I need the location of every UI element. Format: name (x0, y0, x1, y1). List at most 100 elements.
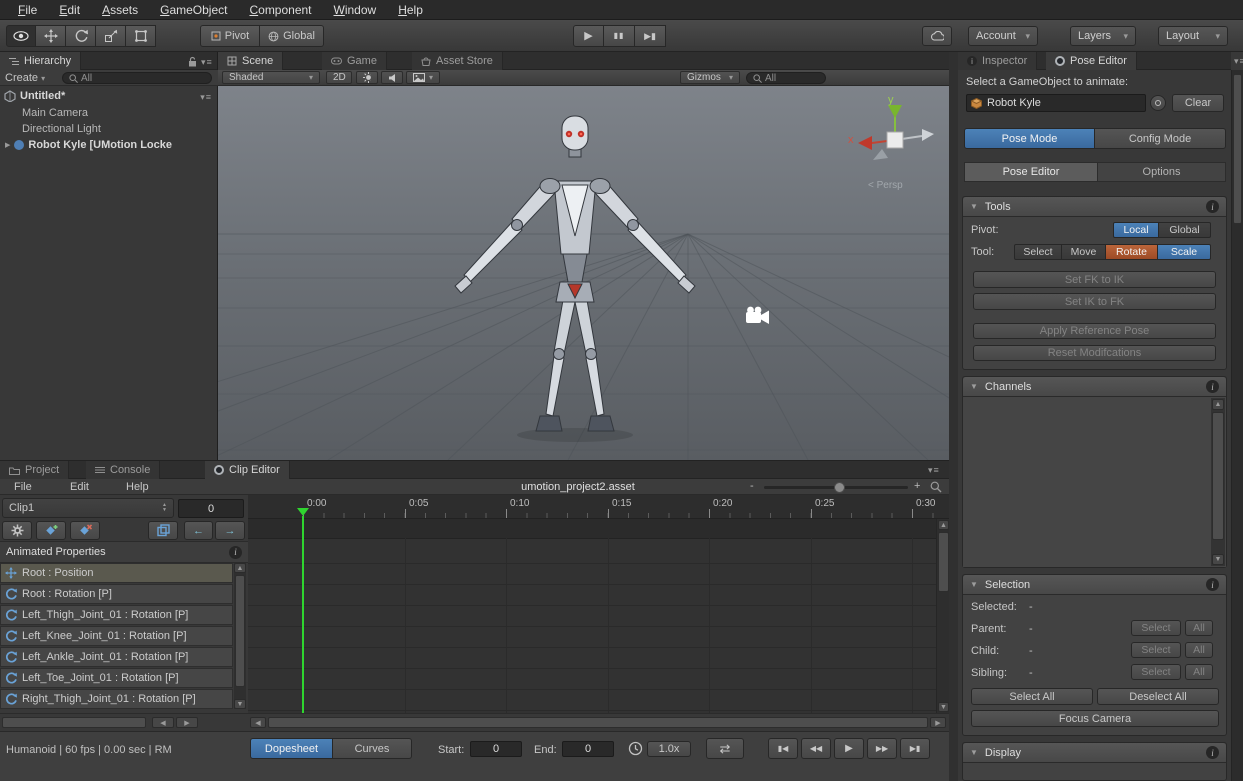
property-row[interactable]: Left_Toe_Joint_01 : Rotation [P] (0, 668, 233, 688)
vertical-splitter[interactable] (949, 52, 958, 781)
scene-root-item[interactable]: Untitled* ▾≡ (0, 88, 218, 104)
scroll-right-icon[interactable]: ▶ (930, 717, 946, 728)
scrollbar-thumb[interactable] (1233, 74, 1242, 224)
rotate-tool-button[interactable] (66, 25, 96, 47)
clip-help-menu[interactable]: Help (114, 479, 161, 495)
tab-console[interactable]: Console (86, 461, 160, 479)
effects-dropdown[interactable]: ▾ (406, 71, 440, 84)
info-icon[interactable]: i (1206, 746, 1219, 759)
tool-rotate-button[interactable]: Rotate (1106, 244, 1158, 260)
selection-header[interactable]: ▼ Selection i (963, 575, 1226, 595)
2d-toggle[interactable]: 2D (326, 71, 352, 84)
property-row[interactable]: Left_Knee_Joint_01 : Rotation [P] (0, 626, 233, 646)
layout-dropdown[interactable]: Layout ▾ (1158, 26, 1228, 46)
scrollbar-thumb[interactable] (235, 575, 245, 687)
timeline-ruler[interactable]: 0:00 0:05 0:10 0:15 0:20 0:25 0:30 (248, 495, 949, 519)
clear-button[interactable]: Clear (1172, 94, 1224, 112)
gizmos-dropdown[interactable]: Gizmos ▾ (680, 71, 740, 84)
zoom-slider-handle[interactable] (834, 482, 845, 493)
tab-inspector[interactable]: i Inspector (958, 52, 1037, 70)
audio-toggle[interactable] (381, 71, 403, 84)
scrollbar-thumb[interactable] (1212, 412, 1224, 540)
child-all-button[interactable]: All (1185, 642, 1213, 658)
scroll-up-icon[interactable]: ▲ (234, 563, 246, 573)
perspective-label[interactable]: < Persp (868, 180, 903, 191)
channels-header[interactable]: ▼ Channels i (963, 377, 1226, 397)
tool-scale-button[interactable]: Scale (1158, 244, 1211, 260)
object-picker-button[interactable] (1150, 95, 1166, 111)
scale-tool-button[interactable] (96, 25, 126, 47)
tab-clip-editor[interactable]: Clip Editor (205, 461, 290, 479)
tab-pose-editor[interactable]: Pose Editor (1046, 52, 1137, 70)
focus-camera-button[interactable]: Focus Camera (971, 710, 1219, 727)
timeline-tracks[interactable]: ▲ ▼ (248, 519, 949, 713)
timeline-vscrollbar[interactable]: ▲ ▼ (936, 519, 949, 713)
info-icon[interactable]: i (1206, 200, 1219, 213)
panel-menu-icon[interactable]: ▾≡ (928, 465, 940, 476)
zoom-out-icon[interactable]: - (750, 480, 754, 492)
tab-scene[interactable]: Scene (218, 52, 283, 70)
search-icon[interactable] (930, 481, 942, 493)
scroll-right-icon[interactable]: ▶ (176, 717, 198, 728)
search-input[interactable]: All (62, 72, 212, 84)
scene-menu-icon[interactable]: ▾≡ (200, 92, 212, 103)
info-icon[interactable]: i (229, 546, 242, 559)
menu-help[interactable]: Help (388, 1, 433, 19)
animated-object-field[interactable]: Robot Kyle (966, 94, 1146, 112)
zoom-in-icon[interactable]: + (914, 480, 920, 492)
layers-dropdown[interactable]: Layers ▾ (1070, 26, 1136, 46)
dopesheet-tab[interactable]: Dopesheet (250, 738, 333, 759)
pivot-global-button[interactable]: Global (1159, 222, 1211, 238)
tab-project[interactable]: Project (0, 461, 69, 479)
tab-pose-editor-sub[interactable]: Pose Editor (964, 162, 1098, 182)
tab-asset-store[interactable]: Asset Store (412, 52, 503, 70)
info-icon[interactable]: i (1206, 578, 1219, 591)
zoom-slider[interactable] (764, 486, 908, 489)
next-key-button[interactable]: → (215, 521, 245, 540)
lock-icon[interactable] (188, 56, 197, 67)
property-row[interactable]: Left_Ankle_Joint_01 : Rotation [P] (0, 647, 233, 667)
scroll-up-icon[interactable]: ▲ (938, 520, 949, 530)
tool-move-button[interactable]: Move (1062, 244, 1106, 260)
scroll-left-icon[interactable]: ◀ (152, 717, 174, 728)
shading-mode-dropdown[interactable]: Shaded ▾ (222, 71, 320, 84)
clock-icon[interactable] (628, 741, 643, 756)
scene-search-input[interactable]: All (746, 72, 826, 84)
config-mode-button[interactable]: Config Mode (1095, 128, 1226, 149)
tab-game[interactable]: Game (322, 52, 387, 70)
set-fk-to-ik-button[interactable]: Set FK to IK (973, 271, 1216, 288)
clip-file-menu[interactable]: File (2, 479, 44, 495)
prev-key-button[interactable]: ← (184, 521, 213, 540)
go-to-end-button[interactable]: ▶▮ (900, 738, 930, 759)
scrollbar-thumb[interactable] (268, 717, 928, 728)
menu-assets[interactable]: Assets (92, 1, 148, 19)
tab-options-sub[interactable]: Options (1098, 162, 1226, 182)
menu-file[interactable]: File (8, 1, 47, 19)
end-field[interactable] (562, 741, 614, 757)
channels-list[interactable]: ▲ ▼ (963, 397, 1226, 567)
add-key-button[interactable] (36, 521, 66, 540)
scroll-left-icon[interactable]: ◀ (250, 717, 266, 728)
property-row-root-position[interactable]: Root : Position (0, 563, 233, 583)
property-row[interactable]: Root : Rotation [P] (0, 584, 233, 604)
pause-button[interactable]: ▮▮ (604, 25, 635, 47)
rect-tool-button[interactable] (126, 25, 156, 47)
menu-edit[interactable]: Edit (49, 1, 90, 19)
scene-viewport[interactable]: y x < Persp (218, 86, 949, 460)
next-frame-button[interactable]: ▶▶ (867, 738, 897, 759)
scrollbar-thumb[interactable] (938, 532, 949, 592)
menu-window[interactable]: Window (324, 1, 387, 19)
clip-play-button[interactable]: ▶ (834, 738, 864, 759)
curves-tab[interactable]: Curves (333, 738, 412, 759)
menu-gameobject[interactable]: GameObject (150, 1, 237, 19)
playhead-line[interactable] (302, 516, 304, 713)
view-tool-button[interactable] (6, 25, 36, 47)
panel-menu-icon[interactable]: ▾≡ (201, 57, 213, 68)
tool-select-button[interactable]: Select (1014, 244, 1062, 260)
clip-edit-menu[interactable]: Edit (58, 479, 101, 495)
sibling-select-button[interactable]: Select (1131, 664, 1181, 680)
playhead-handle[interactable] (297, 508, 309, 516)
hierarchy-item-directional-light[interactable]: Directional Light (0, 121, 218, 137)
playback-speed-dropdown[interactable]: 1.0x (647, 741, 691, 757)
hierarchy-item-main-camera[interactable]: Main Camera (0, 105, 218, 121)
